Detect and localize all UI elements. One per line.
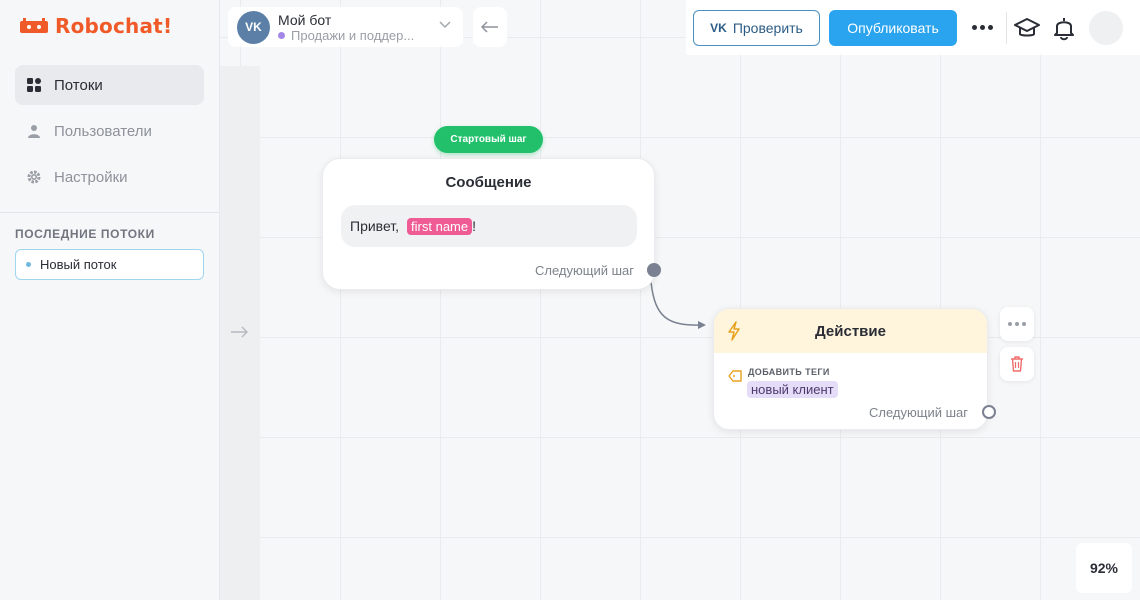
output-port[interactable]: [647, 263, 661, 277]
more-horizontal-icon: [1008, 322, 1026, 326]
action-node-header: Действие: [714, 309, 987, 353]
output-port[interactable]: [982, 405, 996, 419]
message-text: Привет,: [350, 218, 400, 234]
trash-icon: [1011, 356, 1023, 372]
flow-connector: [650, 281, 706, 329]
message-bubble: Привет, first name !: [341, 205, 637, 247]
message-node[interactable]: Сообщение Привет, first name ! Следующий…: [322, 158, 655, 290]
node-more-button[interactable]: [1000, 307, 1034, 341]
message-node-title: Сообщение: [445, 174, 532, 191]
zoom-level[interactable]: 92%: [1076, 543, 1132, 593]
start-step-badge: Стартовый шаг: [434, 126, 543, 153]
action-node[interactable]: Действие ДОБАВИТЬ ТЕГИ новый клиент След…: [713, 308, 988, 430]
tag-icon: [728, 370, 742, 382]
tag-chip: новый клиент: [747, 381, 838, 398]
message-text-end: !: [472, 218, 476, 234]
variable-chip: first name: [407, 217, 473, 235]
add-tags-label: ДОБАВИТЬ ТЕГИ: [748, 367, 830, 377]
action-node-title: Действие: [815, 322, 886, 340]
next-step-label: Следующий шаг: [535, 263, 634, 278]
next-step-label: Следующий шаг: [869, 405, 968, 420]
node-delete-button[interactable]: [1000, 347, 1034, 381]
